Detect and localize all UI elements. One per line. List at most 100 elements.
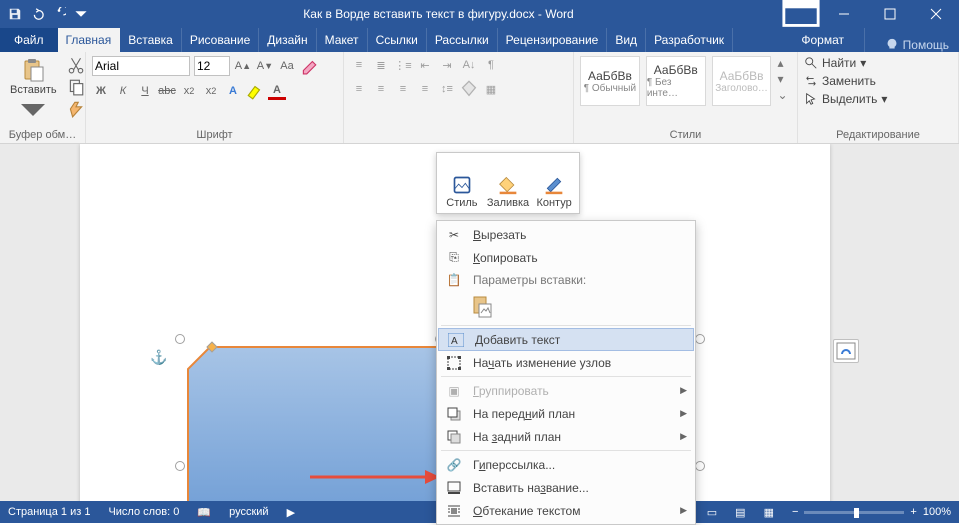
redo-icon[interactable] (52, 7, 66, 21)
language[interactable]: русский (229, 506, 268, 518)
menu-wrap-text[interactable]: Обтекание текстом▶ (437, 499, 695, 522)
spellcheck-icon[interactable]: 📖 (197, 506, 211, 519)
paste-option-picture[interactable] (469, 294, 495, 320)
tab-view[interactable]: Вид (607, 28, 646, 52)
tab-developer[interactable]: Разработчик (646, 28, 733, 52)
shape-outline-button[interactable]: Контур (533, 157, 575, 209)
editing-group-label: Редактирование (804, 127, 952, 141)
menu-cut[interactable]: ✂Вырезать (437, 223, 695, 246)
bold-button[interactable]: Ж (92, 82, 110, 100)
zoom-in-icon[interactable]: + (910, 506, 916, 518)
cut-icon[interactable] (67, 56, 85, 74)
minimize-button[interactable] (821, 0, 867, 28)
menu-paste-header: 📋Параметры вставки: (437, 269, 695, 291)
editing-group: Найти ▾ Заменить Выделить ▾ Редактирован… (798, 52, 959, 143)
styles-group: АаБбВв¶ Обычный АаБбВв¶ Без инте… АаБбВв… (574, 52, 798, 143)
line-spacing-button[interactable]: ↕≡ (438, 80, 456, 98)
text-effects-button[interactable]: A (224, 82, 242, 100)
copy-icon[interactable] (67, 78, 85, 96)
borders-button[interactable]: ▦ (482, 80, 500, 98)
subscript-button[interactable]: x2 (180, 82, 198, 100)
clipboard-group: Вставить Буфер обм… (0, 52, 86, 143)
menu-send-back[interactable]: На задний план▶ (437, 425, 695, 448)
font-group: A▲ A▼ Aa Ж К Ч abc x2 x2 A A Шрифт (86, 52, 344, 143)
align-right-button[interactable]: ≡ (394, 80, 412, 98)
menu-copy[interactable]: ⎘Копировать (437, 246, 695, 269)
italic-button[interactable]: К (114, 82, 132, 100)
font-name-combo[interactable] (92, 56, 190, 76)
bulb-icon (885, 38, 899, 52)
view-read-icon[interactable]: ▭ (707, 506, 717, 519)
format-painter-icon[interactable] (67, 100, 85, 118)
multilevel-button[interactable]: ⋮≡ (394, 56, 412, 74)
paragraph-group: ≡ ≣ ⋮≡ ⇤ ⇥ A↓ ¶ ≡ ≡ ≡ ≡ ↕≡ ▦ (344, 52, 574, 143)
shading-button[interactable] (460, 80, 478, 98)
tab-layout[interactable]: Макет (317, 28, 368, 52)
align-left-button[interactable]: ≡ (350, 80, 368, 98)
quick-access-toolbar (0, 7, 96, 21)
font-group-label: Шрифт (92, 127, 337, 141)
justify-button[interactable]: ≡ (416, 80, 434, 98)
tab-format[interactable]: Формат (781, 28, 865, 52)
grow-font-button[interactable]: A▲ (234, 57, 252, 75)
menu-edit-points[interactable]: Начать изменение узлов (437, 351, 695, 374)
tab-draw[interactable]: Рисование (182, 28, 259, 52)
view-print-icon[interactable]: ▤ (735, 506, 745, 519)
shrink-font-button[interactable]: A▼ (256, 57, 274, 75)
close-button[interactable] (913, 0, 959, 28)
replace-icon (804, 74, 818, 88)
find-button[interactable]: Найти ▾ (804, 56, 952, 70)
clipboard-group-label: Буфер обм… (6, 127, 79, 141)
underline-button[interactable]: Ч (136, 82, 154, 100)
shape-style-button[interactable]: Стиль (441, 157, 483, 209)
tab-home[interactable]: Главная (58, 28, 121, 52)
align-center-button[interactable]: ≡ (372, 80, 390, 98)
style-normal[interactable]: АаБбВв¶ Обычный (580, 56, 640, 106)
zoom-out-icon[interactable]: − (792, 506, 798, 518)
maximize-button[interactable] (867, 0, 913, 28)
replace-button[interactable]: Заменить (804, 74, 952, 88)
zoom-value[interactable]: 100% (923, 506, 951, 518)
tell-me[interactable]: Помощь (875, 38, 959, 52)
menu-bring-front[interactable]: На передний план▶ (437, 402, 695, 425)
tab-review[interactable]: Рецензирование (498, 28, 608, 52)
layout-options-button[interactable] (833, 339, 859, 363)
view-web-icon[interactable]: ▦ (764, 506, 774, 519)
shape-fill-button[interactable]: Заливка (487, 157, 529, 209)
font-size-combo[interactable] (194, 56, 230, 76)
styles-more-button[interactable]: ▴▾⌄ (777, 56, 791, 102)
tab-insert[interactable]: Вставка (120, 28, 182, 52)
word-count[interactable]: Число слов: 0 (108, 506, 179, 518)
tab-file[interactable]: Файл (0, 28, 58, 52)
paste-button[interactable]: Вставить (6, 56, 61, 124)
bullets-button[interactable]: ≡ (350, 56, 368, 74)
numbering-button[interactable]: ≣ (372, 56, 390, 74)
menu-hyperlink[interactable]: 🔗Гиперссылка... (437, 453, 695, 476)
save-icon[interactable] (8, 7, 22, 21)
font-color-button[interactable]: A (268, 82, 286, 100)
qat-dropdown-icon[interactable] (74, 7, 88, 21)
style-heading[interactable]: АаБбВвЗаголово… (712, 56, 772, 106)
dec-indent-button[interactable]: ⇤ (416, 56, 434, 74)
inc-indent-button[interactable]: ⇥ (438, 56, 456, 74)
undo-icon[interactable] (30, 7, 44, 21)
menu-add-text[interactable]: AДобавить текст (438, 328, 694, 351)
superscript-button[interactable]: x2 (202, 82, 220, 100)
select-button[interactable]: Выделить ▾ (804, 92, 952, 106)
strike-button[interactable]: abc (158, 82, 176, 100)
show-marks-button[interactable]: ¶ (482, 56, 500, 74)
change-case-button[interactable]: Aa (278, 57, 296, 75)
layout-options-icon (836, 342, 856, 360)
sort-button[interactable]: A↓ (460, 56, 478, 74)
page-count[interactable]: Страница 1 из 1 (8, 506, 90, 518)
paste-options (437, 291, 695, 323)
tab-mailings[interactable]: Рассылки (427, 28, 498, 52)
style-no-spacing[interactable]: АаБбВв¶ Без инте… (646, 56, 706, 106)
zoom-control[interactable]: − + 100% (792, 506, 951, 518)
menu-insert-caption[interactable]: Вставить название... (437, 476, 695, 499)
tab-design[interactable]: Дизайн (259, 28, 316, 52)
tab-references[interactable]: Ссылки (368, 28, 427, 52)
clear-format-button[interactable] (300, 57, 318, 75)
macro-icon[interactable]: ▶ (287, 506, 295, 519)
highlight-button[interactable] (246, 82, 264, 100)
